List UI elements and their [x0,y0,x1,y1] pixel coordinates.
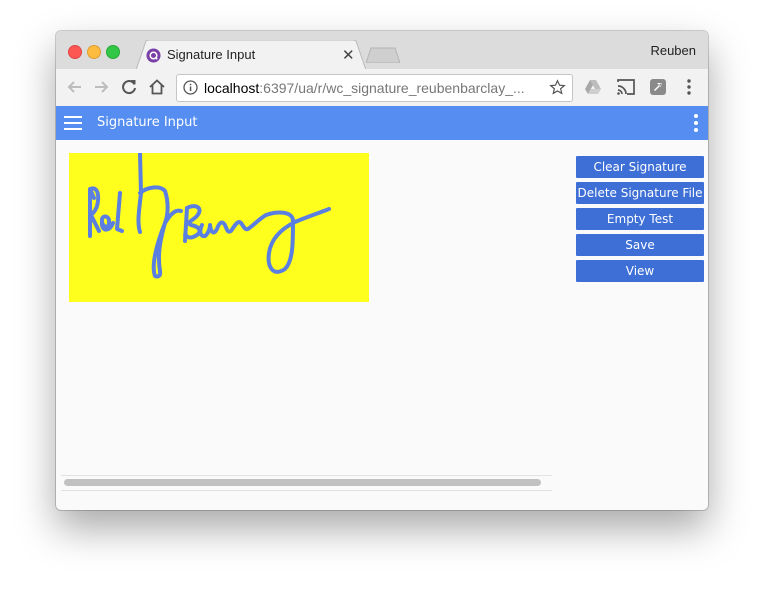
new-tab-button[interactable] [366,47,400,63]
cast-icon[interactable] [616,78,636,96]
home-icon[interactable] [146,76,168,98]
delete-signature-file-button[interactable]: Delete Signature File [576,182,704,204]
url-path: :6397/ua/r/wc_signature_reubenbarclay_..… [259,80,525,96]
clear-signature-button[interactable]: Clear Signature [576,156,704,178]
reload-icon[interactable] [118,76,140,98]
extension-icon[interactable] [649,78,667,96]
app-header: Signature Input [56,106,708,140]
browser-window: Signature Input ✕ Reuben localhost:6397/… [56,31,708,510]
browser-tab[interactable]: Signature Input ✕ [136,40,366,70]
main-content: Clear Signature Delete Signature File Em… [56,140,708,510]
info-icon[interactable] [183,80,198,95]
signature-stroke [88,151,331,279]
address-bar[interactable]: localhost:6397/ua/r/wc_signature_reubenb… [176,74,573,102]
app-favicon-icon [146,48,161,63]
tab-strip: Signature Input ✕ Reuben [56,31,708,70]
window-maximize-button[interactable] [106,45,120,59]
url-text[interactable]: localhost:6397/ua/r/wc_signature_reubenb… [204,80,525,96]
action-buttons: Clear Signature Delete Signature File Em… [576,156,704,286]
browser-toolbar: localhost:6397/ua/r/wc_signature_reubenb… [56,69,708,107]
window-minimize-button[interactable] [87,45,101,59]
profile-name[interactable]: Reuben [650,43,696,58]
window-close-button[interactable] [68,45,82,59]
bookmark-star-icon[interactable] [549,79,566,96]
tab-title: Signature Input [167,47,256,62]
forward-arrow-icon[interactable] [90,76,112,98]
view-button[interactable]: View [576,260,704,282]
signature-pad[interactable] [69,151,369,302]
horizontal-scrollbar[interactable] [61,475,552,491]
tab-close-icon[interactable]: ✕ [342,46,355,64]
app-menu-icon[interactable] [693,113,699,133]
empty-test-button[interactable]: Empty Test [576,208,704,230]
page-title: Signature Input [97,115,198,130]
url-host: localhost [204,80,260,96]
back-arrow-icon[interactable] [64,76,86,98]
drive-extension-icon[interactable] [584,78,602,96]
save-button[interactable]: Save [576,234,704,256]
browser-menu-icon[interactable] [682,78,696,96]
hamburger-menu-icon[interactable] [64,115,82,131]
scrollbar-thumb[interactable] [64,479,541,486]
